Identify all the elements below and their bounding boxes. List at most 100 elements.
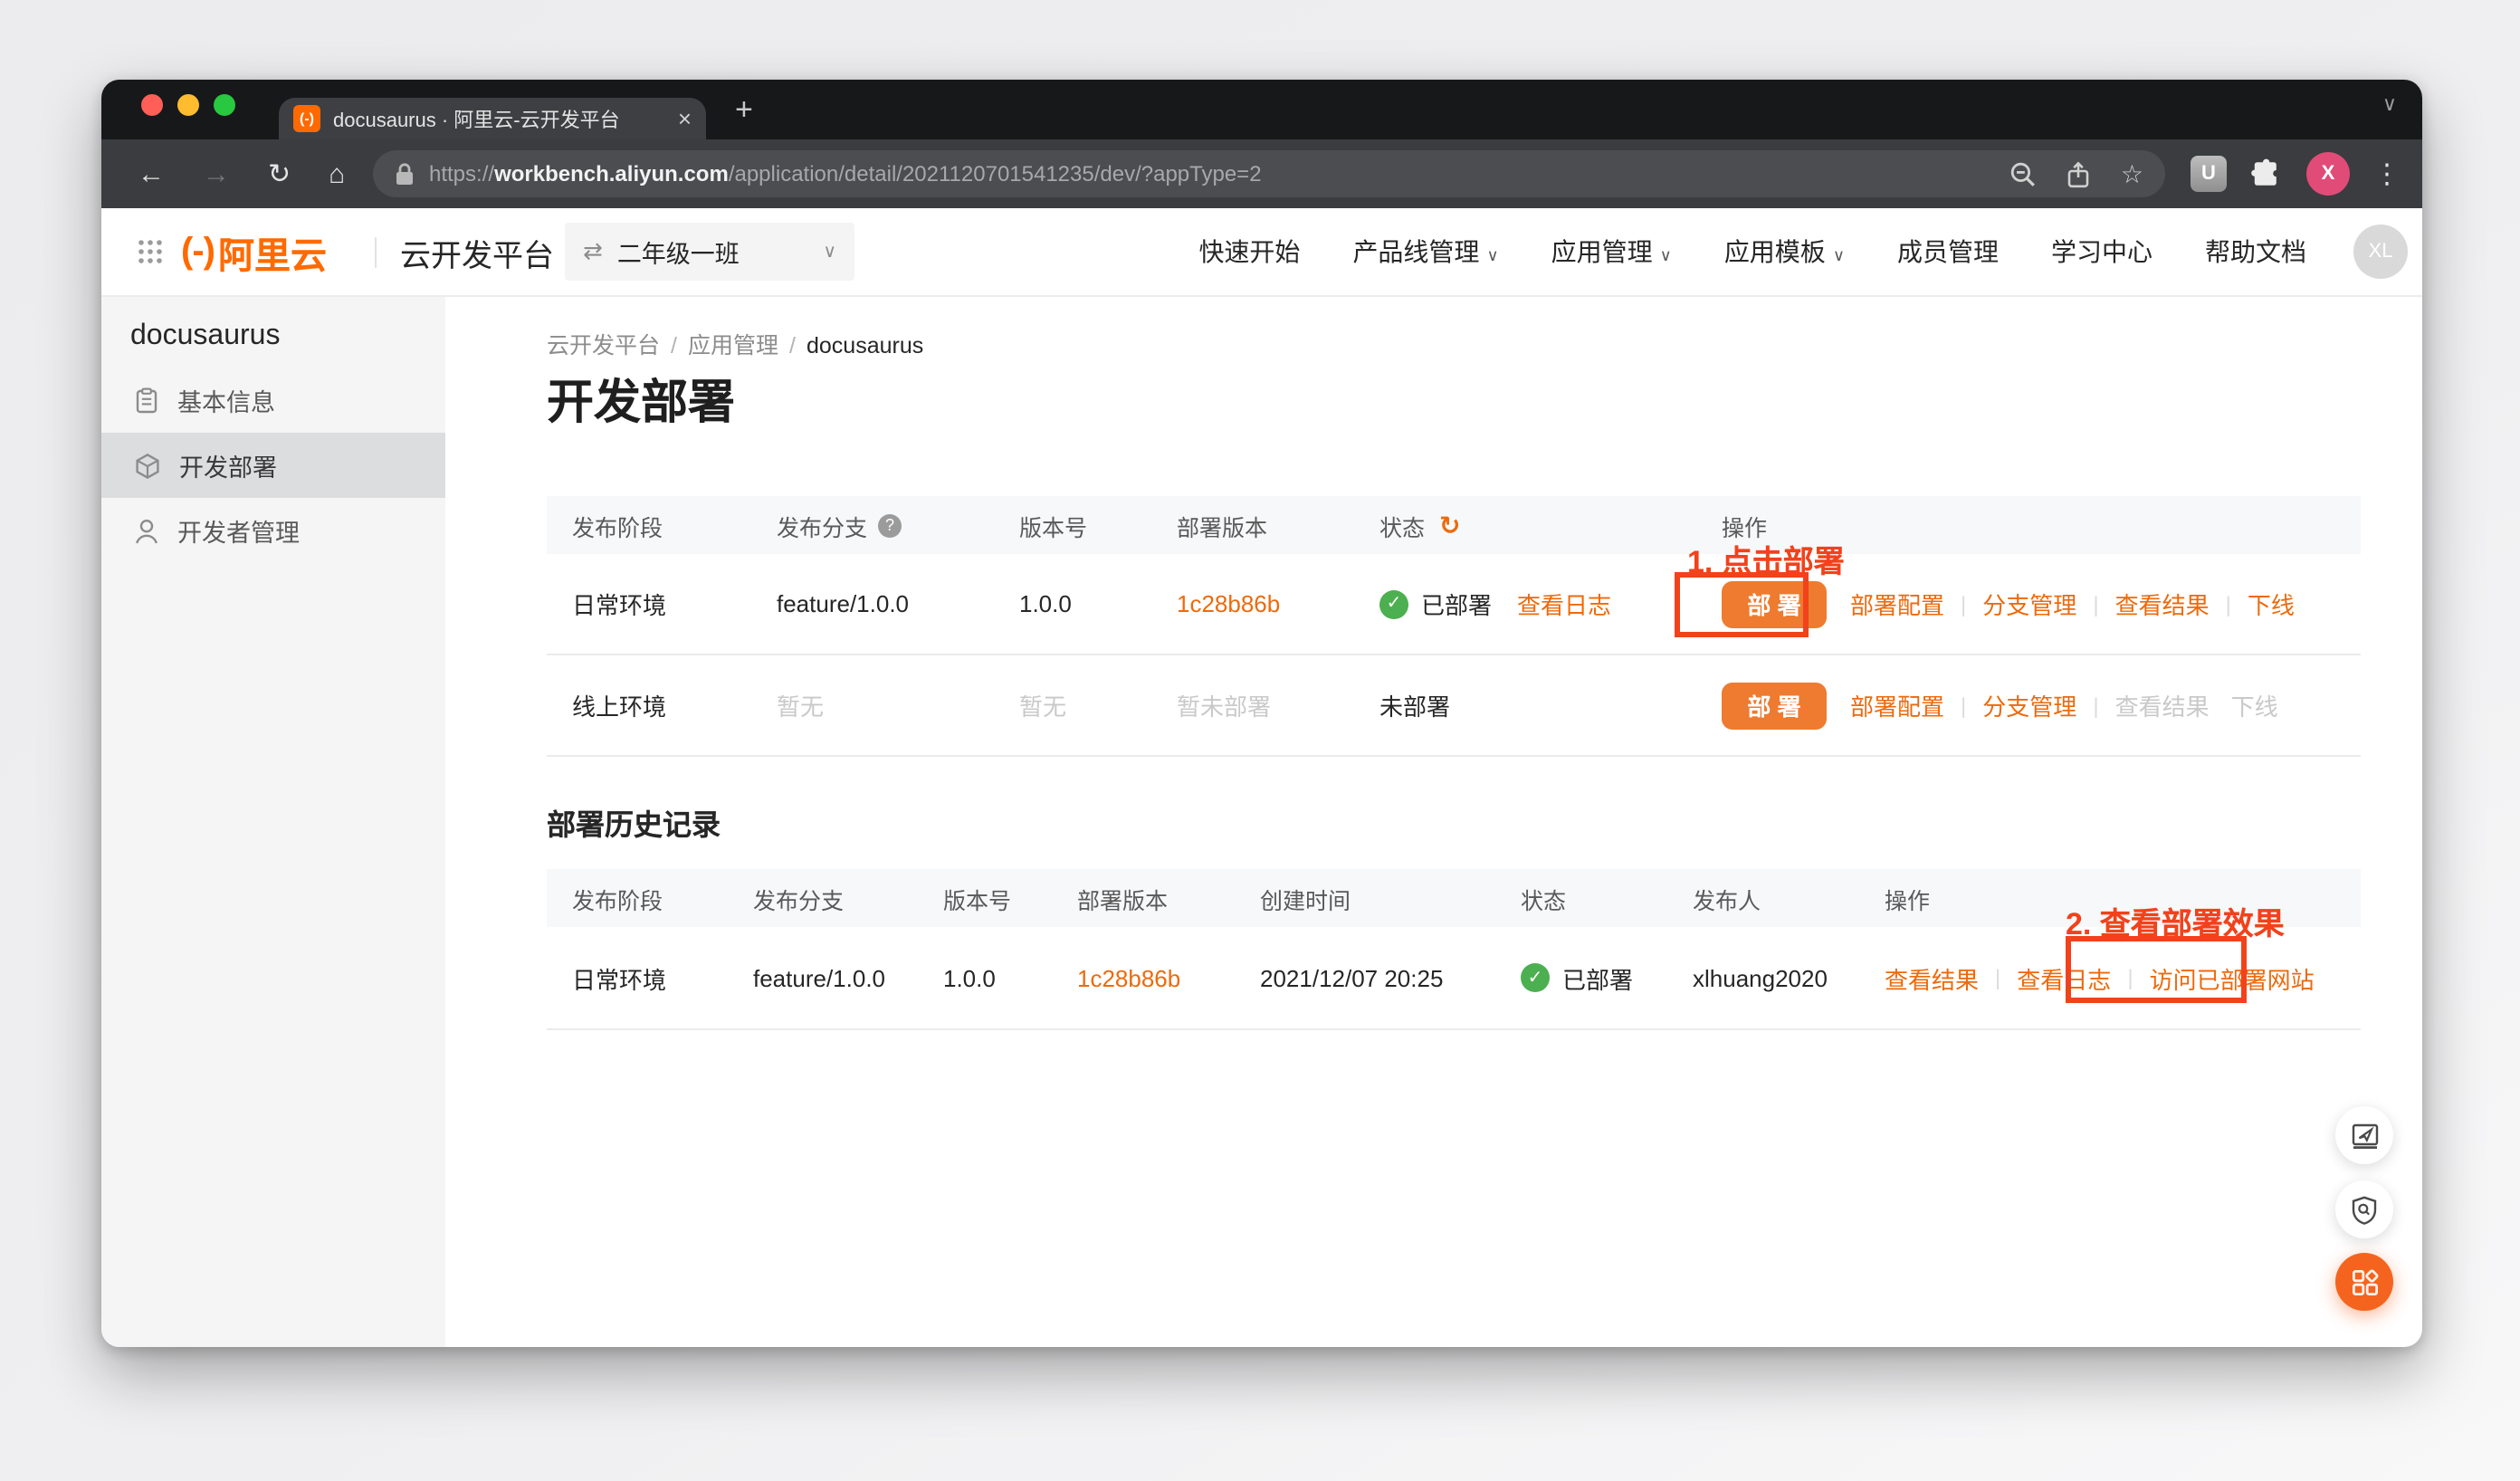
menu-learning-center[interactable]: 学习中心	[2051, 234, 2152, 270]
tab-strip: (-) docusaurus · 阿里云-云开发平台 × + ∨	[101, 80, 2422, 139]
col-branch: 发布分支?	[751, 508, 994, 542]
chevron-down-icon: ∨	[1660, 246, 1672, 264]
menu-product-line[interactable]: 产品线管理∨	[1352, 234, 1498, 270]
success-check-icon: ✓	[1379, 589, 1408, 618]
tab-close-icon[interactable]: ×	[678, 105, 692, 132]
page-title: 开发部署	[547, 366, 735, 433]
extensions-puzzle-icon[interactable]	[2250, 158, 2283, 190]
document-icon	[134, 387, 159, 414]
stage-cell: 日常环境	[547, 587, 751, 621]
browser-profile-avatar[interactable]: X	[2306, 152, 2350, 196]
deploy-config-link[interactable]: 部署配置	[1850, 587, 1944, 621]
sidebar-item-label: 开发者管理	[177, 512, 300, 549]
divider	[375, 237, 377, 268]
chevron-down-icon: ∨	[1486, 246, 1498, 264]
browser-menu-icon[interactable]: ⋮	[2373, 158, 2401, 190]
bookmark-star-icon[interactable]: ☆	[2121, 158, 2143, 189]
menu-app-management[interactable]: 应用管理∨	[1551, 234, 1672, 270]
table-row-daily-env: 日常环境 feature/1.0.0 1.0.0 1c28b86b ✓ 已部署 …	[547, 554, 2361, 655]
status-badge: 已部署	[1562, 960, 1633, 995]
sidebar-item-basic-info[interactable]: 基本信息	[101, 368, 445, 433]
lock-icon	[395, 162, 415, 186]
browser-tab[interactable]: (-) docusaurus · 阿里云-云开发平台 ×	[279, 98, 706, 139]
switch-workspace-icon: ⇄	[583, 237, 603, 266]
user-icon	[134, 517, 159, 544]
sidebar-item-developer-mgmt[interactable]: 开发者管理	[101, 498, 445, 563]
browser-window: (-) docusaurus · 阿里云-云开发平台 × + ∨ ← → ↻ ⌂…	[101, 80, 2422, 1347]
env-table-header: 发布阶段 发布分支? 版本号 部署版本 状态↻ 操作	[547, 496, 2361, 554]
view-log-link[interactable]: 查看日志	[1517, 587, 1611, 621]
deploy-cube-icon	[134, 452, 161, 479]
close-window-button[interactable]	[141, 94, 163, 116]
col-deploy-version: 部署版本	[1151, 508, 1354, 542]
breadcrumb: 云开发平台/应用管理/docusaurus	[547, 326, 923, 360]
menu-members[interactable]: 成员管理	[1897, 234, 1999, 270]
minimize-window-button[interactable]	[177, 94, 199, 116]
branch-mgmt-link[interactable]: 分支管理	[1982, 688, 2076, 722]
sidebar-item-dev-deploy[interactable]: 开发部署	[101, 433, 445, 498]
branch-cell: 暂无	[751, 688, 994, 722]
apps-widget-float-button[interactable]	[2335, 1253, 2393, 1311]
stage-cell: 线上环境	[547, 688, 751, 722]
security-scan-float-button[interactable]	[2335, 1180, 2393, 1238]
col-created: 创建时间	[1235, 881, 1495, 915]
table-row-online-env: 线上环境 暂无 暂无 暂未部署 未部署 部 署 部署配置| 分支管理| 查看结果…	[547, 655, 2361, 757]
offline-link[interactable]: 下线	[2248, 587, 2295, 621]
menu-app-template[interactable]: 应用模板∨	[1724, 234, 1845, 270]
new-tab-button[interactable]: +	[735, 85, 753, 134]
extension-u-icon[interactable]: U	[2191, 156, 2227, 192]
version-cell: 1.0.0	[994, 590, 1151, 617]
version-cell: 1.0.0	[918, 964, 1052, 991]
app-header: (-) 阿里云 云开发平台 ⇄ 二年级一班 ∨ 快速开始 产品线管理∨ 应用管理…	[101, 208, 2422, 297]
annotation-step1: 1. 点击部署	[1687, 536, 1845, 581]
product-name: 云开发平台	[400, 208, 554, 295]
annotation-step2: 2. 查看部署效果	[2066, 898, 2285, 943]
home-icon[interactable]: ⌂	[329, 158, 345, 189]
chevron-down-icon: ∨	[1833, 246, 1845, 264]
visit-deployed-site-link[interactable]: 访问已部署网站	[2150, 960, 2315, 995]
deploy-button[interactable]: 部 署	[1722, 682, 1827, 729]
workspace-selector[interactable]: ⇄ 二年级一班 ∨	[565, 223, 854, 281]
commit-link[interactable]: 1c28b86b	[1077, 964, 1180, 991]
user-avatar[interactable]: XL	[2353, 225, 2408, 279]
zoom-window-button[interactable]	[214, 94, 235, 116]
refresh-status-icon[interactable]: ↻	[1439, 510, 1460, 540]
share-icon[interactable]	[2067, 160, 2092, 187]
breadcrumb-current: docusaurus	[807, 333, 923, 358]
shield-search-icon	[2350, 1194, 2379, 1225]
col-version: 版本号	[994, 508, 1151, 542]
menu-quick-start[interactable]: 快速开始	[1198, 234, 1300, 270]
view-result-link[interactable]: 查看结果	[1885, 960, 1979, 995]
breadcrumb-app-mgmt[interactable]: 应用管理	[688, 333, 778, 358]
apps-grid-icon[interactable]	[138, 239, 163, 264]
top-menu: 快速开始 产品线管理∨ 应用管理∨ 应用模板∨ 成员管理 学习中心 帮助文档	[1198, 208, 2306, 295]
publisher-cell: xlhuang2020	[1667, 964, 1859, 991]
help-icon[interactable]: ?	[878, 513, 902, 537]
send-board-icon	[2349, 1120, 2380, 1151]
back-icon[interactable]: ←	[138, 158, 165, 189]
commit-link[interactable]: 1c28b86b	[1177, 590, 1280, 617]
reload-icon[interactable]: ↻	[268, 158, 291, 190]
view-log-link[interactable]: 查看日志	[2017, 960, 2111, 995]
breadcrumb-platform[interactable]: 云开发平台	[547, 333, 660, 358]
deploy-version-cell: 暂未部署	[1151, 688, 1354, 722]
forward-icon[interactable]: →	[203, 158, 230, 189]
guide-float-button[interactable]	[2335, 1106, 2393, 1164]
branch-cell: feature/1.0.0	[751, 590, 994, 617]
view-result-link[interactable]: 查看结果	[2115, 587, 2210, 621]
stage-cell: 日常环境	[547, 960, 728, 995]
offline-link-disabled: 下线	[2231, 688, 2278, 722]
tab-search-chevron-icon[interactable]: ∨	[2382, 92, 2397, 116]
env-table: 发布阶段 发布分支? 版本号 部署版本 状态↻ 操作 日常环境 feature/…	[547, 496, 2361, 757]
aliyun-logo[interactable]: (-) 阿里云	[181, 208, 327, 295]
view-result-link-disabled: 查看结果	[2115, 688, 2210, 722]
aliyun-logo-text: 阿里云	[218, 225, 327, 278]
zoom-out-icon[interactable]	[2010, 160, 2038, 187]
app-grid-diamond-icon	[2349, 1266, 2380, 1297]
col-deploy-version: 部署版本	[1052, 881, 1235, 915]
deploy-button[interactable]: 部 署	[1722, 580, 1827, 627]
branch-mgmt-link[interactable]: 分支管理	[1982, 587, 2076, 621]
address-bar[interactable]: https://workbench.aliyun.com/application…	[373, 150, 2165, 197]
menu-help-docs[interactable]: 帮助文档	[2205, 234, 2306, 270]
deploy-config-link[interactable]: 部署配置	[1850, 688, 1944, 722]
